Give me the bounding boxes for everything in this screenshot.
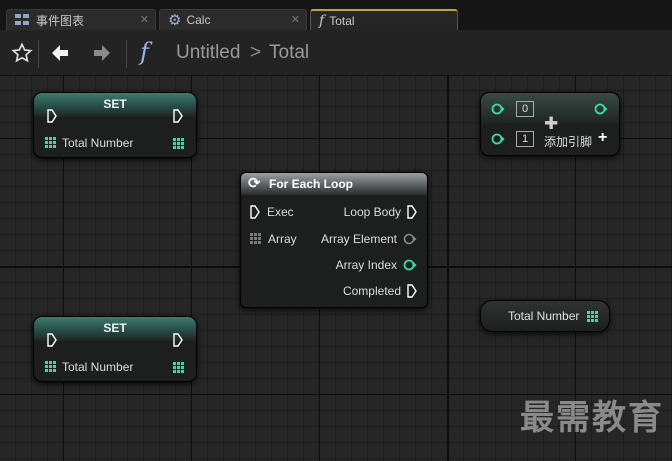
breadcrumb-current: Total — [269, 42, 310, 63]
blueprint-graph[interactable]: SET Total Number SET Total Number ⟳ For … — [0, 76, 672, 461]
tab-event-graph-label: 事件图表 — [36, 13, 85, 28]
forward-button[interactable] — [88, 39, 116, 67]
tab-total[interactable]: f Total — [310, 9, 458, 30]
exec-out-pin[interactable] — [173, 109, 183, 123]
favorite-button[interactable] — [8, 39, 36, 67]
loop-body-label: Loop Body — [343, 205, 401, 219]
integer-out-pin[interactable] — [587, 311, 599, 323]
function-icon: f — [319, 12, 325, 29]
integer-out-pin[interactable] — [173, 362, 185, 374]
array-item-1-pin[interactable] — [491, 133, 505, 145]
exec-in-pin[interactable] — [47, 333, 57, 347]
tab-total-label: Total — [329, 13, 355, 28]
watermark: 最需教育 — [520, 399, 664, 437]
integer-pin[interactable] — [45, 361, 57, 373]
exec-in-pin[interactable] — [47, 109, 57, 123]
set-var-label: Total Number — [62, 136, 134, 150]
set-node-top[interactable]: SET Total Number — [33, 92, 197, 158]
close-icon[interactable]: ✕ — [291, 13, 300, 26]
array-in-pin[interactable] — [250, 233, 262, 245]
tab-bar: 事件图表 ✕ ⚙ Calc ✕ f Total — [0, 0, 672, 30]
for-each-loop-node[interactable]: ⟳ For Each Loop Exec Array Loop Body Arr… — [240, 172, 428, 308]
arrow-left-icon — [52, 45, 68, 61]
completed-pin[interactable] — [407, 284, 417, 298]
array-index-pin[interactable] — [403, 259, 417, 271]
array-item-0-pin[interactable] — [491, 103, 505, 115]
event-graph-icon — [15, 14, 31, 26]
function-icon: f — [140, 38, 149, 66]
breadcrumb-separator: > — [250, 42, 262, 63]
graph-toolbar: f Untitled > Total — [0, 30, 672, 76]
completed-label: Completed — [342, 284, 401, 298]
get-total-number-node[interactable]: Total Number — [480, 300, 610, 332]
set-node-title: SET — [34, 93, 196, 117]
loop-body-pin[interactable] — [407, 205, 417, 219]
gear-icon: ⚙ — [168, 11, 182, 29]
close-icon[interactable]: ✕ — [140, 13, 149, 26]
plus-icon: ✚ — [544, 114, 559, 133]
make-array-node[interactable]: 0 ✚ 1 添加引脚 + — [480, 92, 620, 156]
exec-label: Exec — [267, 205, 294, 219]
array-element-label: Array Element — [320, 232, 397, 246]
arrow-right-icon — [94, 45, 110, 61]
integer-out-pin[interactable] — [173, 138, 185, 150]
set-node-title: SET — [34, 317, 196, 341]
add-pin-button[interactable]: + — [598, 129, 607, 147]
tab-calc[interactable]: ⚙ Calc ✕ — [159, 9, 307, 30]
tab-event-graph[interactable]: 事件图表 ✕ — [6, 9, 156, 30]
exec-in-pin[interactable] — [250, 205, 260, 219]
loop-icon: ⟳ — [248, 175, 261, 192]
star-icon — [11, 42, 33, 63]
breadcrumb-root[interactable]: Untitled — [176, 42, 240, 64]
array-out-pin[interactable] — [594, 103, 608, 115]
integer-pin[interactable] — [45, 137, 57, 149]
for-each-loop-title: For Each Loop — [269, 177, 353, 191]
tab-calc-label: Calc — [186, 13, 211, 27]
set-node-bottom[interactable]: SET Total Number — [33, 316, 197, 382]
back-button[interactable] — [46, 39, 74, 67]
array-index-label: Array Index — [335, 258, 397, 272]
index-1-box: 1 — [516, 131, 534, 147]
set-var-label: Total Number — [62, 360, 134, 374]
add-pin-label[interactable]: 添加引脚 — [544, 133, 592, 150]
exec-out-pin[interactable] — [173, 333, 183, 347]
array-label: Array — [268, 232, 297, 246]
array-element-pin[interactable] — [403, 233, 417, 245]
index-0-box: 0 — [516, 101, 534, 117]
get-var-label: Total Number — [508, 309, 580, 323]
for-each-loop-header: ⟳ For Each Loop — [241, 173, 427, 195]
